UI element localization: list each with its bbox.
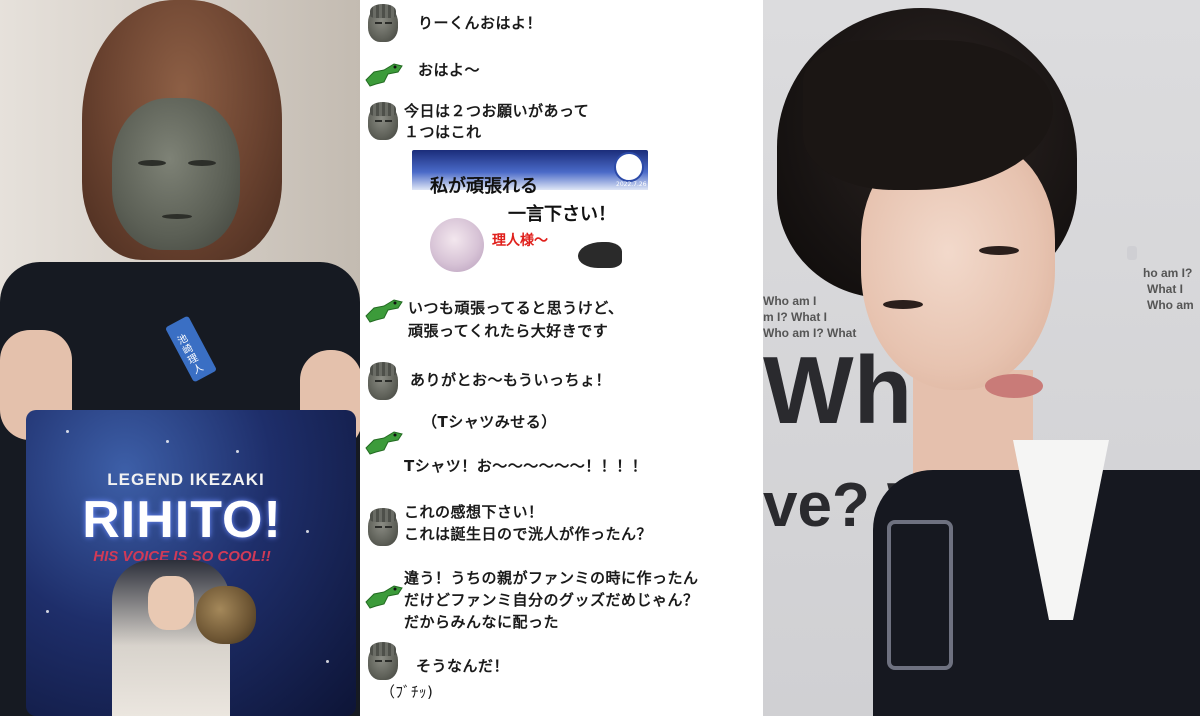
message-line: Tシャツ！お～～～～～～！！！！ — [404, 457, 648, 475]
buddha-icon — [364, 362, 402, 402]
mask-mouth — [162, 214, 192, 219]
message-line: （ﾌﾞﾁｯ) — [380, 683, 434, 701]
crocodile-icon — [364, 420, 403, 460]
chat-message: （Tシャツみせる） Tシャツ！お～～～～～～！！！！ — [360, 404, 763, 478]
sticker-text-line2: 一言下さい！ — [508, 204, 616, 225]
mask-eye-right — [188, 160, 216, 166]
background-text: ho am I? — [1143, 266, 1193, 280]
chat-transcript: りーくんおはよ！ おはよ～ 今日は２つお願いがあって １つはこれ 2022.7.… — [360, 0, 763, 716]
portrait-face — [148, 576, 194, 630]
shirt-legend-text: LEGEND IKEZAKI — [107, 470, 265, 489]
message-line: りーくんおはよ！ — [418, 14, 543, 32]
star — [166, 440, 169, 443]
bowing-figure-icon — [578, 242, 622, 268]
lips — [985, 374, 1043, 398]
background-text: Who am I — [763, 294, 817, 308]
buddha-icon — [364, 102, 402, 142]
star — [66, 430, 69, 433]
left-photo: 池崎理人 LEGEND IKEZAKI RIHITO! HIS VOICE IS… — [0, 0, 360, 716]
message-line: 今日は２つお願いがあって — [404, 102, 590, 120]
sticker-photo-circle — [430, 218, 484, 272]
background-text: What I — [1147, 282, 1183, 296]
shirt-rock-art — [196, 586, 256, 644]
message-line: これの感想下さい！ — [404, 503, 544, 521]
shirt-name-text: RIHITO! — [82, 491, 282, 549]
message-line: これは誕生日ので洸人が作ったん？ — [404, 525, 653, 543]
buddha-icon — [364, 4, 402, 44]
message-line: だけどファンミ自分のグッズだめじゃん？ — [404, 591, 699, 609]
crocodile-icon — [364, 52, 403, 92]
message-line: いつも頑張ってると思うけど、 — [408, 299, 624, 317]
sticker-logo-icon — [614, 152, 644, 182]
message-line: 頑張ってくれたら大好きです — [408, 322, 609, 340]
buddha-mask — [112, 98, 240, 250]
star — [326, 660, 329, 663]
earring — [1127, 246, 1137, 260]
sticker-name-text: 理人様～ — [492, 233, 548, 249]
message-line: ありがとお～もういっちょ！ — [410, 371, 612, 389]
chat-message: おはよ～ — [360, 52, 763, 92]
crocodile-icon — [364, 574, 403, 614]
message-line: （Tシャツみせる） — [422, 413, 557, 431]
message-line: だからみんなに配った — [404, 613, 560, 631]
chat-message: 今日は２つお願いがあって １つはこれ — [360, 98, 763, 150]
jacket-strap — [887, 520, 953, 670]
message-line: １つはこれ — [404, 123, 482, 141]
buddha-icon — [364, 508, 402, 548]
chat-message: そうなんだ！ （ﾌﾞﾁｯ) — [360, 642, 763, 706]
star — [46, 610, 49, 613]
chat-message: 違う！うちの親がファンミの時に作ったん だけどファンミ自分のグッズだめじゃん？ … — [360, 566, 763, 638]
chat-message: ありがとお～もういっちょ！ — [360, 360, 763, 402]
right-photo: Who am I m I? What I Who am I? What ho a… — [763, 0, 1200, 716]
star — [236, 450, 239, 453]
eye-left — [883, 300, 923, 309]
chat-message: いつも頑張ってると思うけど、 頑張ってくれたら大好きです — [360, 286, 763, 340]
message-line: 違う！うちの親がファンミの時に作ったん — [404, 569, 699, 587]
sticker-text-line1: 私が頑張れる — [430, 176, 538, 197]
message-line: そうなんだ！ — [416, 657, 510, 675]
chat-message: りーくんおはよ！ — [360, 4, 763, 44]
sticker-image: 2022.7.26 私が頑張れる 一言下さい！ 理人様～ — [412, 150, 648, 278]
eye-right — [979, 246, 1019, 255]
buddha-icon — [364, 642, 402, 682]
chat-message: これの感想下さい！ これは誕生日ので洸人が作ったん？ — [360, 500, 763, 554]
message-line: おはよ～ — [418, 61, 481, 79]
crocodile-icon — [364, 288, 403, 328]
mask-eye-left — [138, 160, 166, 166]
background-text: Who am — [1147, 298, 1194, 312]
sticker-date: 2022.7.26 — [616, 181, 647, 188]
background-text: m I? What I — [763, 310, 827, 324]
